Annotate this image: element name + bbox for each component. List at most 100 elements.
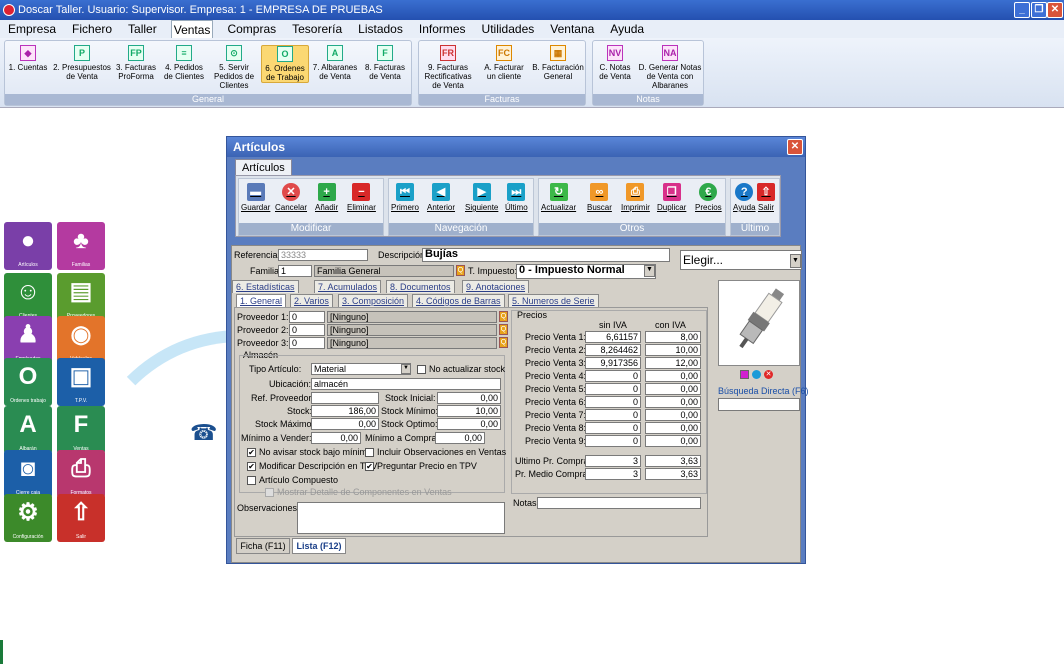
salir-button[interactable]: ⇧ Salir bbox=[757, 183, 775, 212]
observaciones-field[interactable] bbox=[297, 502, 505, 534]
no-actualizar-stock-checkbox[interactable] bbox=[417, 365, 426, 374]
buscar-button[interactable]: ∞ Buscar bbox=[587, 183, 612, 212]
ribbon-cuentas-button[interactable]: ◆ 1. Cuentas bbox=[5, 45, 51, 72]
precio-venta-1-sin-iva[interactable]: 6,61157 bbox=[585, 331, 641, 343]
tab-ficha[interactable]: Ficha (F11) bbox=[236, 538, 290, 554]
menu-taller[interactable]: Taller bbox=[126, 20, 159, 38]
stock-optimo-field[interactable]: 0,00 bbox=[437, 418, 501, 430]
minimize-button[interactable]: _ bbox=[1014, 2, 1030, 18]
tile-empleados[interactable]: ♟Empleados bbox=[4, 316, 52, 364]
tile-ventas[interactable]: F Ventas bbox=[57, 406, 105, 454]
proveedor1-field[interactable]: 0 bbox=[289, 311, 325, 323]
ribbon-albaranes-button[interactable]: A 7. Albaranes de Venta bbox=[311, 45, 359, 81]
ribbon-rectificativas-button[interactable]: FR 9. Facturas Rectificativas de Venta bbox=[421, 45, 475, 90]
menu-informes[interactable]: Informes bbox=[417, 20, 468, 38]
precio-venta-6-con-iva[interactable]: 0,00 bbox=[645, 396, 701, 408]
precio-venta-2-sin-iva[interactable]: 8,264462 bbox=[585, 344, 641, 356]
image-delete-icon[interactable]: ✕ bbox=[764, 370, 773, 379]
ultimo-button[interactable]: ⏭ Último bbox=[505, 183, 528, 212]
tab-varios[interactable]: 2. Varios bbox=[290, 294, 333, 307]
window-close-button[interactable]: ✕ bbox=[787, 139, 803, 155]
precio-venta-9-sin-iva[interactable]: 0 bbox=[585, 435, 641, 447]
ultimo-precio-compra-sin-iva[interactable]: 3 bbox=[585, 455, 641, 467]
stock-field[interactable]: 186,00 bbox=[311, 405, 379, 417]
chevron-down-icon[interactable]: ▼ bbox=[790, 254, 801, 268]
tile-vehiculos[interactable]: ◉Vehículos bbox=[57, 316, 105, 364]
familia-search-icon[interactable]: Q bbox=[456, 265, 465, 276]
precio-venta-5-con-iva[interactable]: 0,00 bbox=[645, 383, 701, 395]
menu-ventas[interactable]: Ventas bbox=[170, 20, 214, 38]
ref-proveedor-field[interactable] bbox=[311, 392, 379, 404]
precio-venta-7-con-iva[interactable]: 0,00 bbox=[645, 409, 701, 421]
chevron-down-icon[interactable]: ▼ bbox=[401, 364, 411, 374]
duplicar-button[interactable]: ❐ Duplicar bbox=[657, 183, 686, 212]
notas-field[interactable] bbox=[537, 497, 701, 509]
ubicacion-field[interactable]: almacén bbox=[311, 378, 501, 390]
menu-ventana[interactable]: Ventana bbox=[548, 20, 596, 38]
precio-venta-8-con-iva[interactable]: 0,00 bbox=[645, 422, 701, 434]
menu-ayuda[interactable]: Ayuda bbox=[608, 20, 646, 38]
proveedor1-search-icon[interactable]: Q bbox=[499, 311, 508, 322]
precio-venta-3-con-iva[interactable]: 12,00 bbox=[645, 357, 701, 369]
ribbon-facturacion-general-button[interactable]: ▦ B. Facturación General bbox=[531, 45, 585, 81]
modificar-descripcion-checkbox[interactable]: ✔ bbox=[247, 462, 256, 471]
incluir-observaciones-checkbox[interactable] bbox=[365, 448, 374, 457]
tab-acumulados[interactable]: 7. Acumulados bbox=[314, 280, 382, 293]
preguntar-precio-checkbox[interactable]: ✔ bbox=[365, 462, 374, 471]
ribbon-pedidos-button[interactable]: ≡ 4. Pedidos de Clientes bbox=[161, 45, 207, 81]
menu-empresa[interactable]: Empresa bbox=[6, 20, 58, 38]
precio-venta-6-sin-iva[interactable]: 0 bbox=[585, 396, 641, 408]
precio-venta-8-sin-iva[interactable]: 0 bbox=[585, 422, 641, 434]
tab-anotaciones[interactable]: 9. Anotaciones bbox=[462, 280, 530, 293]
medio-precio-compra-sin-iva[interactable]: 3 bbox=[585, 468, 641, 480]
tile-formatos[interactable]: ⎙ Formatos bbox=[57, 450, 105, 498]
ultimo-precio-compra-con-iva[interactable]: 3,63 bbox=[645, 455, 701, 467]
tipo-articulo-select[interactable]: Material bbox=[311, 363, 411, 375]
stock-minimo-field[interactable]: 10,00 bbox=[437, 405, 501, 417]
ayuda-button[interactable]: ? Ayuda bbox=[733, 183, 756, 212]
ribbon-facturar-cliente-button[interactable]: FC A. Facturar un cliente bbox=[479, 45, 529, 81]
minimo-comprar-field[interactable]: 0,00 bbox=[435, 432, 485, 444]
primero-button[interactable]: ⏮ Primero bbox=[391, 183, 419, 212]
ribbon-generar-notas-button[interactable]: NA D. Generar Notas de Venta con Albarane… bbox=[637, 45, 703, 90]
close-button[interactable]: ✕ bbox=[1047, 2, 1063, 18]
tab-estadisticas[interactable]: 6. Estadísticas bbox=[232, 280, 299, 293]
actualizar-button[interactable]: ↻ Actualizar bbox=[541, 183, 576, 212]
menu-compras[interactable]: Compras bbox=[225, 20, 278, 38]
ribbon-servir-pedidos-button[interactable]: ⊙ 5. Servir Pedidos de Clientes bbox=[209, 45, 259, 90]
precio-venta-9-con-iva[interactable]: 0,00 bbox=[645, 435, 701, 447]
precio-venta-2-con-iva[interactable]: 10,00 bbox=[645, 344, 701, 356]
precio-venta-1-con-iva[interactable]: 8,00 bbox=[645, 331, 701, 343]
elegir-select[interactable]: Elegir... bbox=[680, 250, 802, 270]
precio-venta-4-sin-iva[interactable]: 0 bbox=[585, 370, 641, 382]
precios-button[interactable]: € Precios bbox=[695, 183, 722, 212]
stock-inicial-field[interactable]: 0,00 bbox=[437, 392, 501, 404]
proveedor3-field[interactable]: 0 bbox=[289, 337, 325, 349]
ribbon-ordenes-trabajo-button[interactable]: O 6. Ordenes de Trabajo bbox=[261, 45, 309, 83]
stock-maximo-field[interactable]: 0,00 bbox=[311, 418, 379, 430]
cancelar-button[interactable]: ✕ Cancelar bbox=[275, 183, 307, 212]
tile-cierre-caja[interactable]: ◙ Cierre caja bbox=[4, 450, 52, 498]
ribbon-proforma-button[interactable]: FP 3. Facturas ProForma bbox=[113, 45, 159, 81]
menu-utilidades[interactable]: Utilidades bbox=[480, 20, 537, 38]
tab-numeros-serie[interactable]: 5. Numeros de Serie bbox=[508, 294, 599, 307]
tab-lista[interactable]: Lista (F12) bbox=[292, 538, 346, 554]
descripcion-field[interactable]: Bujías bbox=[422, 248, 670, 262]
menu-fichero[interactable]: Fichero bbox=[70, 20, 114, 38]
imprimir-button[interactable]: ⎙ Imprimir bbox=[621, 183, 650, 212]
tile-familias[interactable]: ♣ Familias bbox=[57, 222, 105, 270]
tile-clientes[interactable]: ☺Clientes bbox=[4, 273, 52, 321]
mostrar-detalle-checkbox[interactable] bbox=[265, 488, 274, 497]
menu-listados[interactable]: Listados bbox=[356, 20, 405, 38]
familia-code-field[interactable]: 1 bbox=[278, 265, 312, 277]
tab-codigos-barras[interactable]: 4. Códigos de Barras bbox=[412, 294, 505, 307]
proveedor3-search-icon[interactable]: Q bbox=[499, 337, 508, 348]
tile-albaran[interactable]: A Albarán bbox=[4, 406, 52, 454]
tab-composicion[interactable]: 3. Composición bbox=[338, 294, 409, 307]
impuesto-select[interactable]: 0 - Impuesto Normal bbox=[516, 264, 656, 279]
medio-precio-compra-con-iva[interactable]: 3,63 bbox=[645, 468, 701, 480]
busqueda-directa-field[interactable] bbox=[718, 398, 800, 411]
tile-proveedores[interactable]: ▤Proveedores bbox=[57, 273, 105, 321]
menu-tesoreria[interactable]: Tesorería bbox=[290, 20, 344, 38]
minimo-vender-field[interactable]: 0,00 bbox=[311, 432, 361, 444]
